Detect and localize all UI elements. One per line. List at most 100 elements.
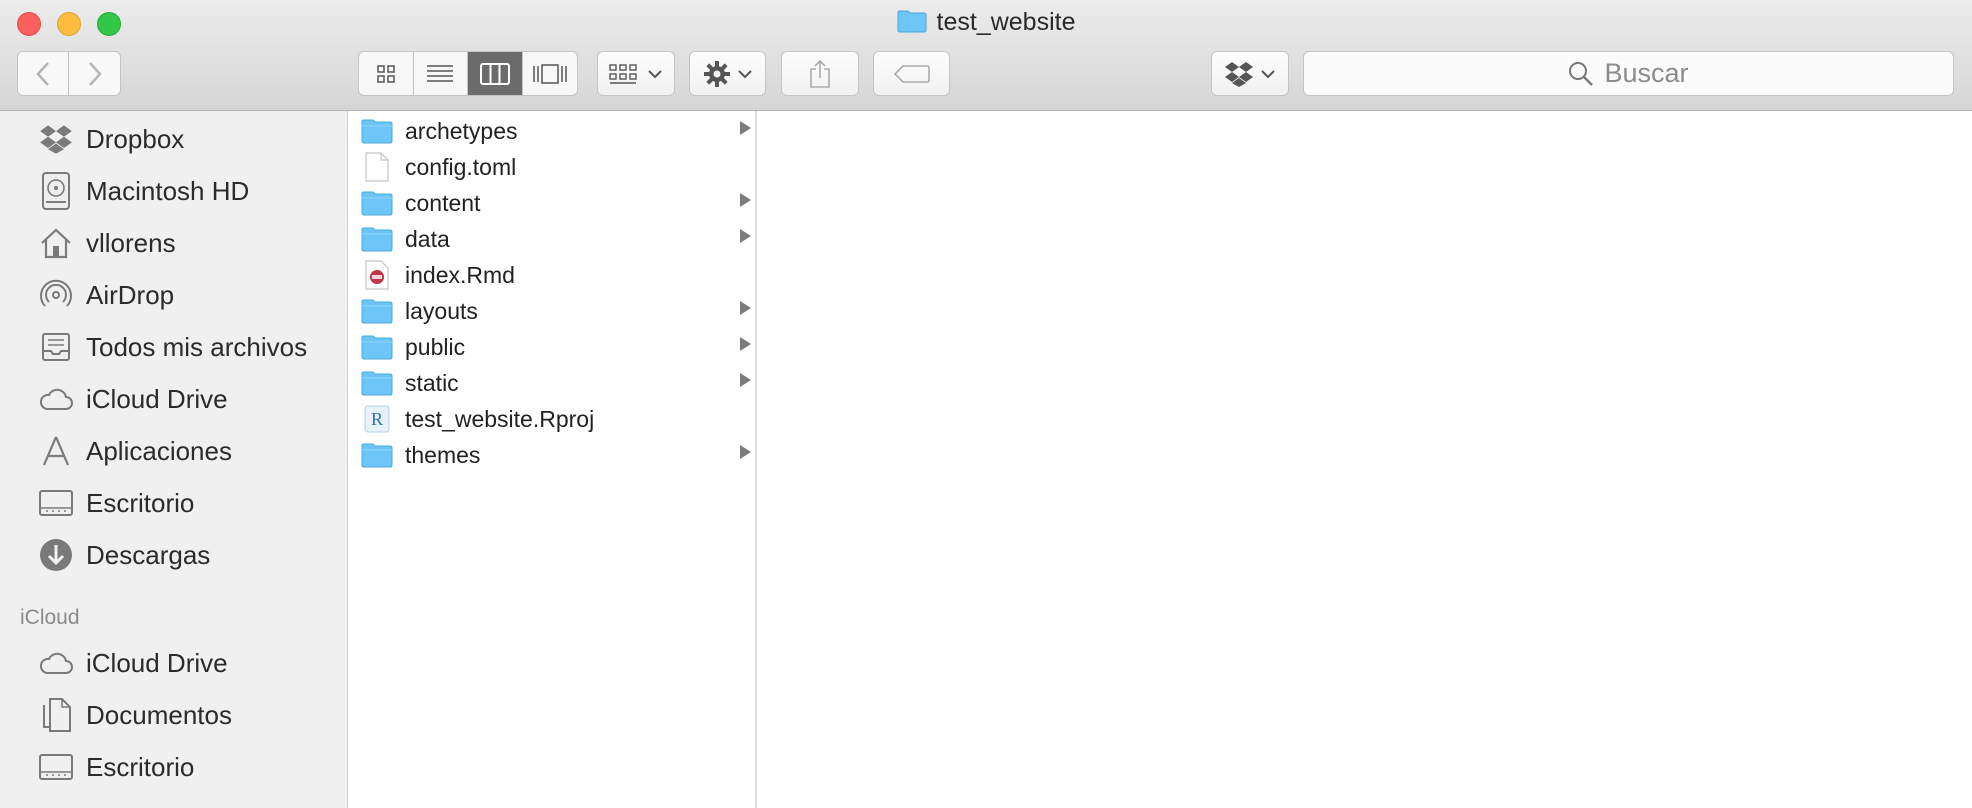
action-button[interactable]: [689, 51, 766, 96]
tag-icon: [893, 64, 930, 83]
folder-icon: [361, 223, 393, 255]
chevron-left-icon: [36, 61, 49, 86]
all-files-icon: [36, 327, 76, 367]
gallery-view-button[interactable]: [523, 52, 578, 95]
gear-icon: [703, 60, 730, 87]
toolbar: test_website Buscar: [0, 0, 1972, 111]
disclosure-arrow-icon: [740, 373, 751, 387]
applications-icon: [36, 431, 76, 471]
sidebar-item-label: iCloud Drive: [86, 383, 228, 414]
file-name: data: [405, 225, 450, 252]
share-button[interactable]: [781, 51, 859, 96]
file-row-rproj[interactable]: R test_website.Rproj: [349, 401, 755, 437]
document-icon: [361, 151, 393, 183]
file-row-index-rmd[interactable]: index.Rmd: [349, 257, 755, 293]
file-name: themes: [405, 441, 481, 468]
downloads-icon: [36, 535, 76, 575]
search-field[interactable]: Buscar: [1303, 51, 1954, 96]
file-row-static[interactable]: static: [349, 365, 755, 401]
disclosure-arrow-icon: [740, 337, 751, 351]
sidebar-item-icloud-drive[interactable]: iCloud Drive: [0, 375, 348, 423]
sidebar-item-label: Descargas: [86, 539, 211, 570]
desktop-icon: [36, 747, 76, 787]
chevron-right-icon: [88, 61, 102, 86]
sidebar-item-label: Dropbox: [86, 123, 185, 154]
tag-button[interactable]: [873, 51, 950, 96]
folder-icon: [897, 9, 927, 40]
file-name: test_website.Rproj: [405, 405, 595, 432]
disclosure-arrow-icon: [740, 301, 751, 315]
disclosure-arrow-icon: [740, 445, 751, 459]
sidebar-item-applications[interactable]: Aplicaciones: [0, 427, 348, 475]
file-row-layouts[interactable]: layouts: [349, 293, 755, 329]
arrange-button[interactable]: [597, 51, 675, 96]
sidebar-section-icloud: iCloud: [20, 606, 80, 629]
folder-icon: [361, 295, 393, 327]
airdrop-icon: [36, 275, 76, 315]
chevron-down-icon: [737, 69, 752, 78]
disclosure-arrow-icon: [740, 193, 751, 207]
column-view-button[interactable]: [468, 52, 523, 95]
folder-icon: [361, 115, 393, 147]
dropbox-icon: [36, 119, 76, 159]
sidebar-item-documents[interactable]: Documentos: [0, 691, 348, 739]
sidebar-item-label: Escritorio: [86, 487, 195, 518]
sidebar-item-label: iCloud Drive: [86, 647, 228, 678]
search-placeholder: Buscar: [1604, 58, 1689, 88]
sidebar-item-label: Macintosh HD: [86, 175, 250, 206]
sidebar-item-dropbox[interactable]: Dropbox: [0, 115, 348, 163]
sidebar-item-icloud-drive-2[interactable]: iCloud Drive: [0, 639, 348, 687]
sidebar-item-desktop-2[interactable]: Escritorio: [0, 743, 348, 791]
file-name: content: [405, 189, 481, 216]
sidebar-item-label: Escritorio: [86, 751, 195, 782]
file-name: archetypes: [405, 117, 518, 144]
sidebar-item-airdrop[interactable]: AirDrop: [0, 271, 348, 319]
navigation-buttons: [17, 51, 121, 96]
hard-drive-icon: [36, 171, 76, 211]
sidebar-item-label: AirDrop: [86, 279, 175, 310]
documents-icon: [36, 695, 76, 735]
sidebar-item-all-files[interactable]: Todos mis archivos: [0, 323, 348, 371]
search-icon: [1569, 61, 1594, 86]
svg-text:R: R: [371, 409, 383, 429]
file-row-data[interactable]: data: [349, 221, 755, 257]
sidebar-item-label: vllorens: [86, 227, 176, 258]
window-title: test_website: [0, 8, 1972, 40]
sidebar-item-desktop[interactable]: Escritorio: [0, 479, 348, 527]
list-view-button[interactable]: [414, 52, 468, 95]
file-row-public[interactable]: public: [349, 329, 755, 365]
file-name: public: [405, 333, 466, 360]
cloud-icon: [36, 643, 76, 683]
file-name: layouts: [405, 297, 478, 324]
forward-button[interactable]: [69, 52, 120, 95]
empty-column[interactable]: [759, 111, 1972, 808]
file-name: index.Rmd: [405, 261, 515, 288]
disclosure-arrow-icon: [740, 229, 751, 243]
chevron-down-icon: [1261, 69, 1275, 78]
folder-icon: [361, 187, 393, 219]
share-icon: [810, 59, 830, 88]
sidebar-item-label: Aplicaciones: [86, 435, 232, 466]
home-icon: [36, 223, 76, 263]
sidebar-item-home[interactable]: vllorens: [0, 219, 348, 267]
dropbox-icon: [1225, 61, 1253, 87]
finder-window: test_website Buscar Dropbox Macintosh HD…: [0, 0, 1972, 808]
icon-view-button[interactable]: [359, 52, 414, 95]
file-row-content[interactable]: content: [349, 185, 755, 221]
disclosure-arrow-icon: [740, 121, 751, 135]
columns-icon: [479, 62, 510, 85]
chevron-down-icon: [648, 69, 662, 78]
desktop-icon: [36, 483, 76, 523]
file-row-config-toml[interactable]: config.toml: [349, 149, 755, 185]
file-row-themes[interactable]: themes: [349, 437, 755, 473]
list-icon: [427, 64, 454, 82]
dropbox-menu-button[interactable]: [1211, 51, 1289, 96]
sidebar: Dropbox Macintosh HD vllorens AirDrop To…: [0, 111, 348, 808]
back-button[interactable]: [18, 52, 70, 95]
file-row-archetypes[interactable]: archetypes: [349, 113, 755, 149]
folder-icon: [361, 439, 393, 471]
folder-icon: [361, 331, 393, 363]
sidebar-item-downloads[interactable]: Descargas: [0, 531, 348, 579]
sidebar-item-macintosh-hd[interactable]: Macintosh HD: [0, 167, 348, 215]
rmd-file-icon: [361, 259, 393, 291]
